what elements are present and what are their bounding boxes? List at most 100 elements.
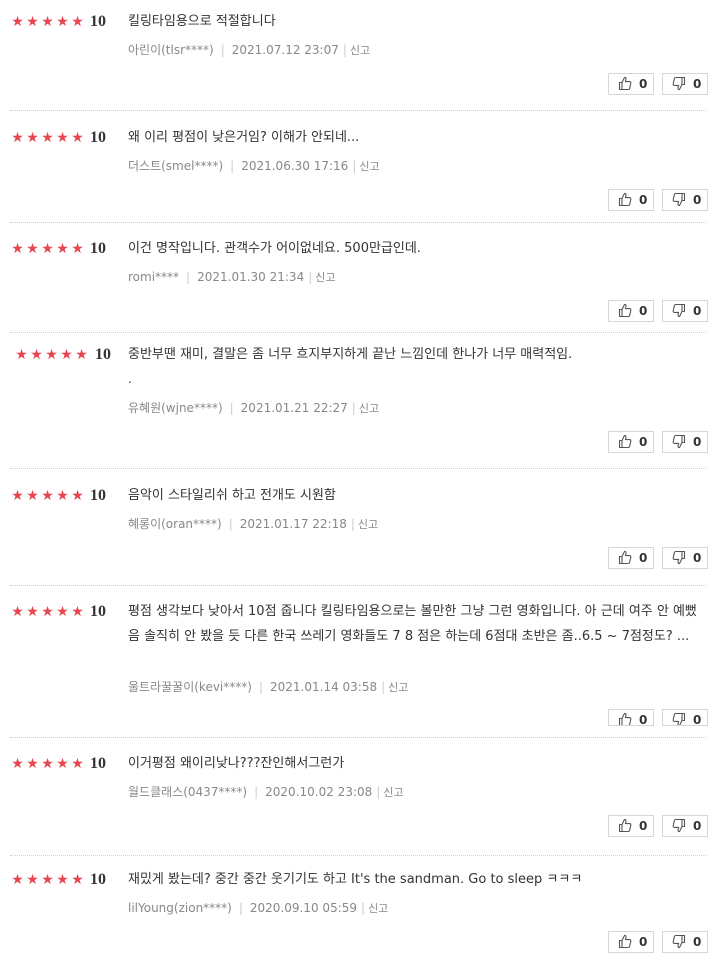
review-date: 2020.10.02 23:08 xyxy=(265,785,373,799)
review-score: 10 xyxy=(90,129,106,146)
thumbs-up-icon xyxy=(618,712,632,725)
like-count: 0 xyxy=(639,435,648,449)
dislike-count: 0 xyxy=(693,435,702,449)
meta-divider: | xyxy=(186,270,191,284)
review-meta: 울트라꿀꿀이(kevi****) | 2021.01.14 03:58 | 신고 xyxy=(128,679,408,696)
star-icon: ★ xyxy=(56,14,69,30)
star-icon: ★ xyxy=(11,756,24,772)
review-text: 왜 이리 평점이 낮은거임? 이해가 안되네... xyxy=(128,130,360,145)
report-link[interactable]: 신고 xyxy=(350,44,370,57)
like-button[interactable]: 0 xyxy=(608,300,654,322)
like-count: 0 xyxy=(639,935,648,949)
thumbs-down-icon xyxy=(672,934,686,949)
star-icon: ★ xyxy=(26,756,39,772)
review-author[interactable]: 월드클래스(0437****) xyxy=(128,785,247,799)
like-button[interactable]: 0 xyxy=(608,931,654,953)
star-icon: ★ xyxy=(71,872,84,888)
thumbs-down-icon xyxy=(672,434,686,449)
review-author[interactable]: 울트라꿀꿀이(kevi****) xyxy=(128,680,252,694)
review-author[interactable]: 혜롱이(oran****) xyxy=(128,517,222,531)
review-author[interactable]: lilYoung(zion****) xyxy=(128,901,232,915)
meta-divider: | xyxy=(361,901,366,915)
thumbs-down-icon xyxy=(672,303,686,318)
dislike-button[interactable]: 0 xyxy=(662,931,708,953)
star-rating: ★ ★ ★ ★ ★ xyxy=(10,872,85,888)
dislike-button[interactable]: 0 xyxy=(662,189,708,211)
review-meta: 아린이(tlsr****) | 2021.07.12 23:07 | 신고 xyxy=(128,42,370,59)
report-link[interactable]: 신고 xyxy=(388,681,408,694)
star-icon: ★ xyxy=(11,872,24,888)
review-text: 중반부땐 재미, 결말은 좀 너무 흐지부지하게 끝난 느낌인데 한나가 너무 … xyxy=(128,347,573,362)
review-score: 10 xyxy=(95,346,111,363)
dislike-count: 0 xyxy=(693,713,702,726)
like-button[interactable]: 0 xyxy=(608,815,654,837)
dislike-button[interactable]: 0 xyxy=(662,815,708,837)
dislike-button[interactable]: 0 xyxy=(662,709,708,726)
review-divider xyxy=(10,110,706,111)
star-rating: ★ ★ ★ ★ ★ xyxy=(10,241,85,257)
report-link[interactable]: 신고 xyxy=(359,160,379,173)
dislike-button[interactable]: 0 xyxy=(662,73,708,95)
review-score: 10 xyxy=(90,13,106,30)
star-icon: ★ xyxy=(41,14,54,30)
meta-divider: | xyxy=(342,43,347,57)
review-author[interactable]: 유혜원(wjne****) xyxy=(128,401,223,415)
star-icon: ★ xyxy=(41,756,54,772)
star-icon: ★ xyxy=(56,488,69,504)
like-button[interactable]: 0 xyxy=(608,547,654,569)
review-author[interactable]: 아린이(tlsr****) xyxy=(128,43,214,57)
review-text: 킬링타임용으로 적절합니다 xyxy=(128,14,276,29)
dislike-button[interactable]: 0 xyxy=(662,300,708,322)
star-icon: ★ xyxy=(41,488,54,504)
report-link[interactable]: 신고 xyxy=(368,902,388,915)
thumbs-down-icon xyxy=(672,192,686,207)
thumbs-up-icon xyxy=(618,434,632,449)
star-icon: ★ xyxy=(71,756,84,772)
star-icon: ★ xyxy=(26,604,39,620)
review-divider xyxy=(10,468,706,469)
dislike-count: 0 xyxy=(693,819,702,833)
like-count: 0 xyxy=(639,713,648,726)
star-rating: ★ ★ ★ ★ ★ xyxy=(10,604,85,620)
review-date: 2021.01.17 22:18 xyxy=(239,517,347,531)
star-icon: ★ xyxy=(11,130,24,146)
report-link[interactable]: 신고 xyxy=(315,271,335,284)
report-link[interactable]: 신고 xyxy=(383,786,403,799)
review-text: 이거평점 왜이리낮나???잔인해서그런가 xyxy=(128,756,345,771)
star-icon: ★ xyxy=(11,604,24,620)
review-date: 2020.09.10 05:59 xyxy=(249,901,358,915)
dislike-count: 0 xyxy=(693,77,702,91)
review-text: 평점 생각보다 낮아서 10점 줍니다 킬링타임용으로는 볼만한 그냥 그런 영… xyxy=(128,604,697,644)
meta-divider: | xyxy=(228,517,233,531)
meta-divider: | xyxy=(230,159,235,173)
review-author[interactable]: 더스트(smel****) xyxy=(128,159,223,173)
star-icon: ★ xyxy=(71,604,84,620)
thumbs-up-icon xyxy=(618,76,632,91)
dislike-button[interactable]: 0 xyxy=(662,547,708,569)
thumbs-down-icon xyxy=(672,76,686,91)
like-button[interactable]: 0 xyxy=(608,431,654,453)
thumbs-up-icon xyxy=(618,550,632,565)
report-link[interactable]: 신고 xyxy=(359,402,379,415)
star-rating: ★ ★ ★ ★ ★ xyxy=(10,130,85,146)
like-button[interactable]: 0 xyxy=(608,73,654,95)
review-text: 재밌게 봤는데? 중간 중간 웃기기도 하고 It's the sandman.… xyxy=(128,872,583,887)
star-icon: ★ xyxy=(26,241,39,257)
meta-divider: | xyxy=(308,270,313,284)
report-link[interactable]: 신고 xyxy=(358,518,378,531)
star-icon: ★ xyxy=(56,604,69,620)
meta-divider: | xyxy=(254,785,259,799)
review-divider xyxy=(10,585,706,586)
like-button[interactable]: 0 xyxy=(608,709,654,726)
dislike-button[interactable]: 0 xyxy=(662,431,708,453)
review-author[interactable]: romi**** xyxy=(128,270,179,284)
review-divider xyxy=(10,222,706,223)
review-divider xyxy=(10,737,706,738)
review-date: 2021.01.14 03:58 xyxy=(270,680,378,694)
thumbs-up-icon xyxy=(618,303,632,318)
star-icon: ★ xyxy=(15,347,28,363)
star-icon: ★ xyxy=(71,241,84,257)
review-text-extra: . xyxy=(128,372,132,386)
star-icon: ★ xyxy=(56,872,69,888)
like-button[interactable]: 0 xyxy=(608,189,654,211)
